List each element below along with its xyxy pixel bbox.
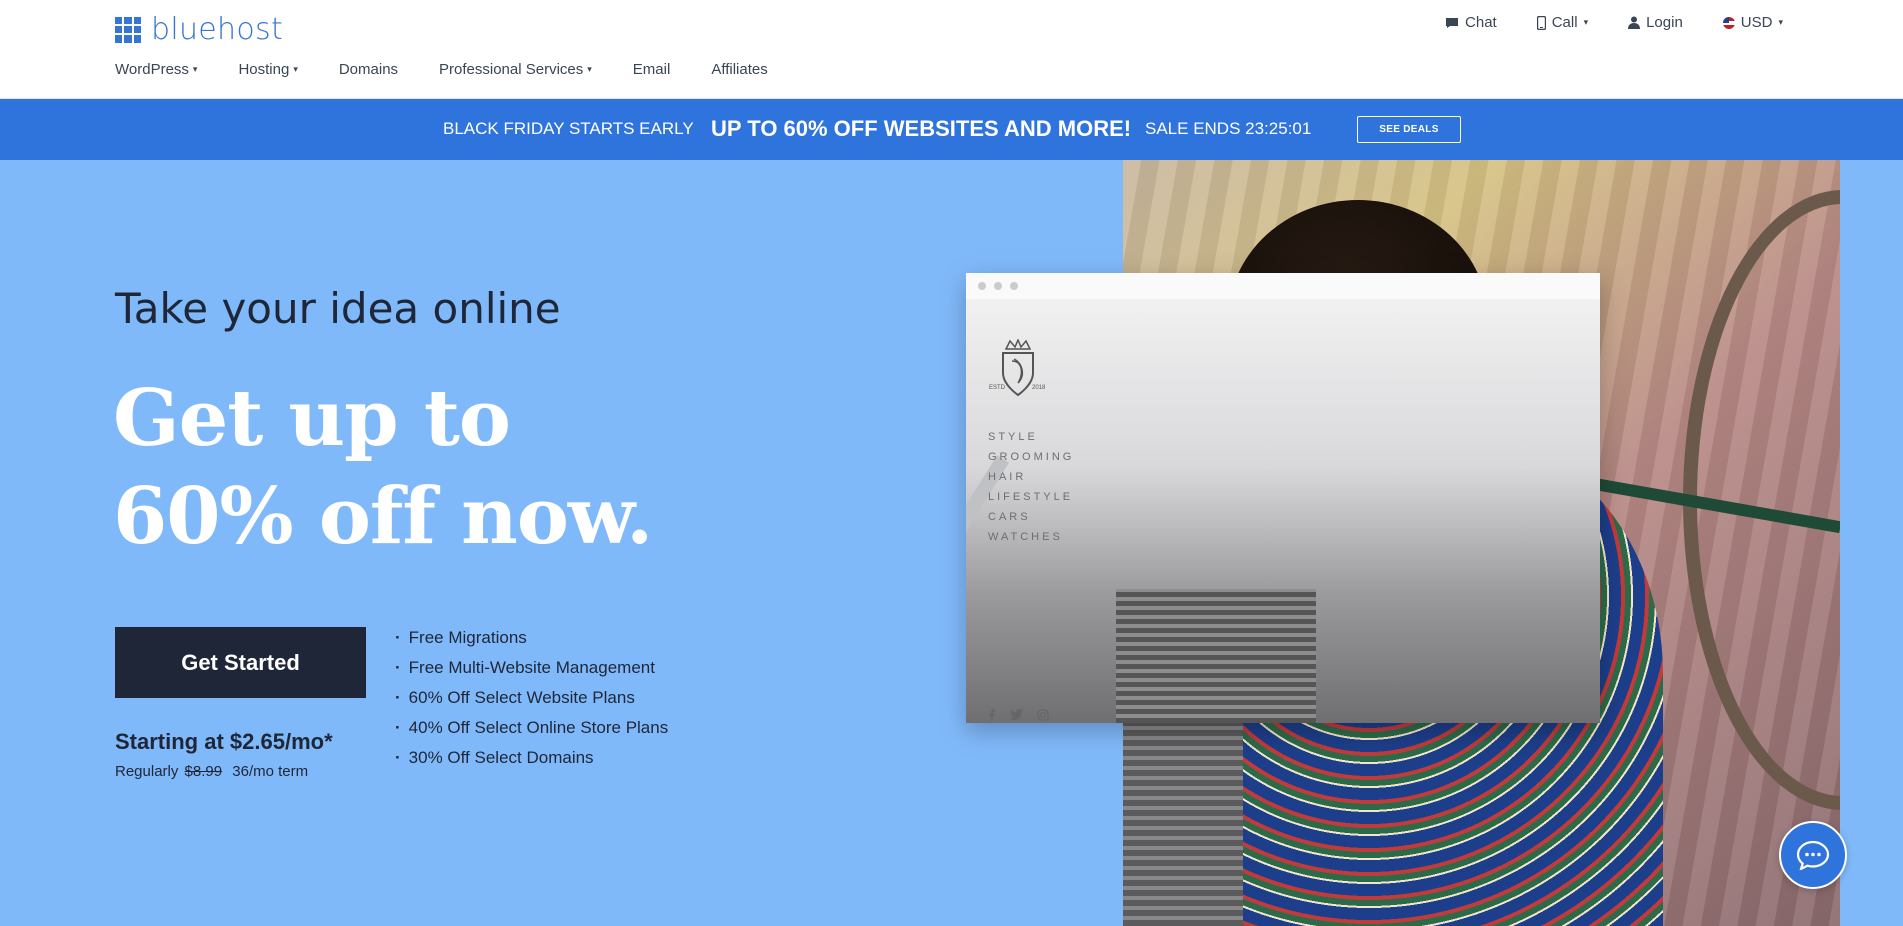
currency-dropdown[interactable]: USD ▾ xyxy=(1722,14,1783,31)
price-term: 36/mo term xyxy=(232,763,309,780)
banner-countdown: SALE ENDS 23:25:01 xyxy=(1145,119,1312,138)
list-item: Free Multi-Website Management xyxy=(395,653,668,683)
feature-list: Free Migrations Free Multi-Website Manag… xyxy=(395,623,669,773)
list-item: 30% Off Select Domains xyxy=(395,743,668,773)
hero-headline: Get up to 60% off now. xyxy=(113,370,653,566)
crest-right-text: 2018 xyxy=(1032,385,1046,391)
logo-text: bluehost xyxy=(151,12,284,47)
login-label: Login xyxy=(1646,14,1683,31)
chat-icon xyxy=(1446,17,1459,28)
bluehost-logo[interactable]: bluehost xyxy=(115,12,283,47)
list-item: CARS xyxy=(988,511,1031,523)
nav-label: WordPress xyxy=(115,61,189,78)
call-label: Call xyxy=(1551,14,1578,31)
login-link[interactable]: Login xyxy=(1628,14,1683,31)
us-flag-icon xyxy=(1722,16,1735,29)
nav-hosting[interactable]: Hosting ▾ xyxy=(238,61,297,78)
regular-price: Regularly $8.99 36/mo term xyxy=(115,763,308,780)
hero-headline-line1: Get up to xyxy=(113,373,511,464)
site-header: bluehost Chat Call ▾ Login USD ▾ WordPre… xyxy=(0,0,1903,99)
regularly-label: Regularly xyxy=(115,763,179,780)
chevron-down-icon: ▾ xyxy=(1778,17,1783,27)
chevron-down-icon: ▾ xyxy=(1583,17,1589,27)
list-item: Free Migrations xyxy=(395,623,668,653)
hero-section: Take your idea online Get up to 60% off … xyxy=(0,160,1903,926)
list-item: 60% Off Select Website Plans xyxy=(395,683,668,713)
list-item: STYLE xyxy=(988,431,1038,443)
chevron-down-icon: ▾ xyxy=(192,64,198,74)
facebook-icon xyxy=(989,709,996,721)
starting-price: Starting at $2.65/mo* xyxy=(115,729,333,754)
nav-professional-services[interactable]: Professional Services ▾ xyxy=(439,61,592,78)
user-icon xyxy=(1628,16,1641,29)
instagram-icon xyxy=(1037,709,1049,721)
chevron-down-icon: ▾ xyxy=(293,64,298,74)
chevron-down-icon: ▾ xyxy=(587,64,592,74)
hero-headline-line2: 60% off now. xyxy=(113,471,653,562)
promo-banner: BLACK FRIDAY STARTS EARLY UP TO 60% OFF … xyxy=(0,99,1903,160)
old-price: $8.99 xyxy=(184,763,223,780)
list-item: HAIR xyxy=(988,471,1027,483)
nav-label: Domains xyxy=(338,61,399,78)
mockup-menu: STYLE GROOMING HAIR LIFESTYLE CARS WATCH… xyxy=(988,427,1074,547)
window-dot-icon xyxy=(1010,282,1018,290)
chat-bubble-button[interactable] xyxy=(1779,821,1847,889)
mockup-social-icons xyxy=(988,709,1049,721)
hero-kicker: Take your idea online xyxy=(115,284,561,333)
logo-grid-icon xyxy=(115,16,141,43)
list-item: GROOMING xyxy=(988,451,1075,463)
main-nav: WordPress ▾ Hosting ▾ Domains Profession… xyxy=(115,61,768,78)
window-dot-icon xyxy=(994,282,1002,290)
nav-affiliates[interactable]: Affiliates xyxy=(711,61,767,78)
list-item: WATCHES xyxy=(988,531,1063,543)
window-dot-icon xyxy=(978,282,986,290)
nav-email[interactable]: Email xyxy=(633,61,671,78)
nav-label: Professional Services xyxy=(439,61,584,78)
currency-label: USD xyxy=(1740,14,1773,31)
chat-label: Chat xyxy=(1465,14,1497,31)
chat-bubble-icon xyxy=(1796,840,1830,870)
website-mockup: ESTD 2018 STYLE GROOMING HAIR LIFESTYLE … xyxy=(966,273,1600,723)
see-deals-button[interactable]: SEE DEALS xyxy=(1357,116,1461,143)
twitter-icon xyxy=(1010,709,1023,720)
banner-headline: UP TO 60% OFF WEBSITES AND MORE! xyxy=(711,116,1132,141)
nav-wordpress[interactable]: WordPress ▾ xyxy=(115,61,197,78)
banner-lead: BLACK FRIDAY STARTS EARLY xyxy=(443,119,694,138)
phone-icon xyxy=(1536,15,1546,30)
nav-label: Email xyxy=(632,61,671,78)
nav-label: Hosting xyxy=(238,61,290,78)
list-item: 40% Off Select Online Store Plans xyxy=(395,713,669,743)
get-started-button[interactable]: Get Started xyxy=(115,627,366,698)
mockup-content: ESTD 2018 STYLE GROOMING HAIR LIFESTYLE … xyxy=(966,299,1600,723)
crest-left-text: ESTD xyxy=(989,385,1006,391)
mockup-titlebar xyxy=(966,273,1600,299)
call-dropdown[interactable]: Call ▾ xyxy=(1536,14,1589,31)
nav-domains[interactable]: Domains xyxy=(339,61,398,78)
utility-nav: Chat Call ▾ Login USD ▾ xyxy=(1445,14,1783,31)
crest-logo-icon: ESTD 2018 xyxy=(989,339,1046,397)
nav-label: Affiliates xyxy=(711,61,768,78)
chat-link[interactable]: Chat xyxy=(1445,14,1497,31)
list-item: LIFESTYLE xyxy=(988,491,1074,503)
